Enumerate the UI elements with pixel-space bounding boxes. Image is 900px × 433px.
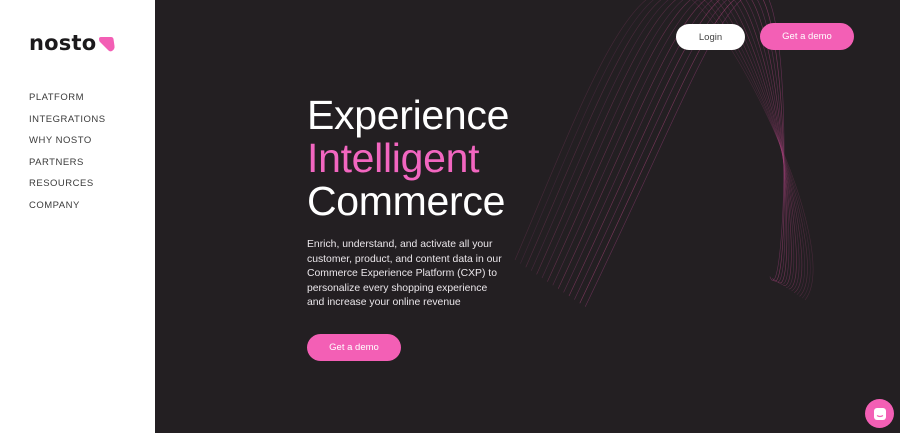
login-button[interactable]: Login xyxy=(676,24,745,50)
headline-line-commerce: Commerce xyxy=(307,178,506,224)
hero-headline: Experience Intelligent Commerce xyxy=(307,94,509,223)
hero-description: Enrich, understand, and activate all you… xyxy=(307,239,502,308)
chat-icon xyxy=(873,407,886,420)
nav-item-partners[interactable]: PARTNERS xyxy=(29,157,106,179)
nav-item-why-nosto[interactable]: WHY NOSTO xyxy=(29,135,106,157)
get-demo-hero-button[interactable]: Get a demo xyxy=(307,334,401,361)
headline-line-experience: Experience xyxy=(307,92,510,138)
wave-lines-decoration xyxy=(514,0,814,307)
nav-item-company[interactable]: COMPANY xyxy=(29,200,106,222)
nav-item-resources[interactable]: RESOURCES xyxy=(29,178,106,200)
wave-line xyxy=(557,0,792,289)
nav-item-integrations[interactable]: INTEGRATIONS xyxy=(29,114,106,136)
nav-item-platform[interactable]: PLATFORM xyxy=(29,92,106,114)
headline-line-intelligent: Intelligent xyxy=(307,135,480,181)
logo[interactable]: nosto xyxy=(29,31,115,55)
wave-line xyxy=(541,0,800,292)
main-nav: PLATFORM INTEGRATIONS WHY NOSTO PARTNERS… xyxy=(29,92,106,221)
logo-text: nosto xyxy=(29,31,97,55)
wave-line xyxy=(547,0,797,290)
hero-section: Login Get a demo Experience Intelligent … xyxy=(155,0,900,433)
get-demo-header-button[interactable]: Get a demo xyxy=(760,23,854,50)
sidebar: nosto PLATFORM INTEGRATIONS WHY NOSTO PA… xyxy=(0,0,155,433)
logo-heart-icon xyxy=(99,36,115,51)
chat-launcher-button[interactable] xyxy=(865,399,894,428)
